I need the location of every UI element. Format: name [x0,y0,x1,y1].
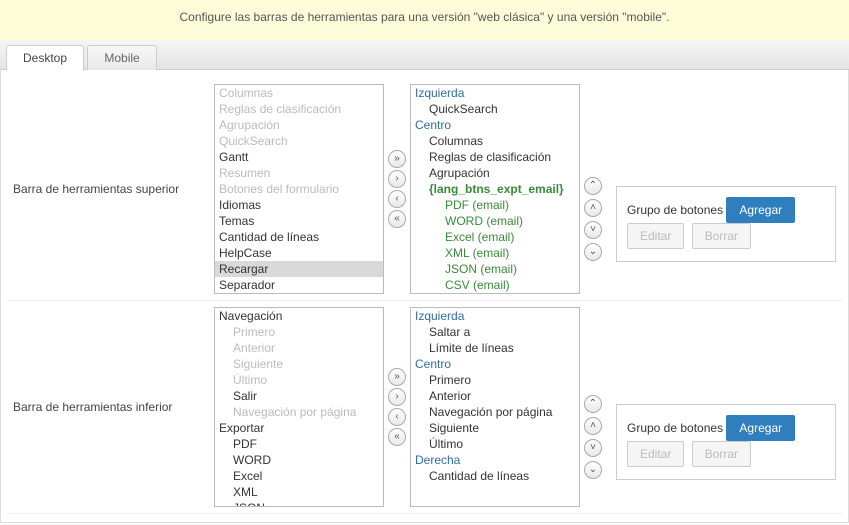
remove-all-button[interactable]: « [388,428,406,446]
info-banner: Configure las barras de herramientas par… [0,0,849,40]
list-item[interactable]: Temas [215,213,383,229]
list-item[interactable]: Izquierda [411,85,579,101]
list-item[interactable]: WORD (email) [411,213,579,229]
remove-button[interactable]: ‹ [388,190,406,208]
list-item[interactable]: Izquierda [411,308,579,324]
list-item[interactable]: Agrupación [215,117,383,133]
add-button[interactable]: › [388,170,406,188]
group-box-bottom: Grupo de botones Agregar Editar Borrar [616,404,836,480]
move-bottom-button[interactable]: ⌄ [584,461,602,479]
list-item[interactable]: Reglas de clasificación [215,101,383,117]
row-label-top: Barra de herramientas superior [7,78,208,301]
order-buttons-bottom: ⌃ ˄ ˅ ⌄ [580,333,606,481]
add-button[interactable]: › [388,388,406,406]
row-label-bottom: Barra de herramientas inferior [7,301,208,514]
group-edit-button: Editar [627,441,684,467]
move-top-button[interactable]: ⌃ [584,395,602,413]
move-down-button[interactable]: ˅ [584,221,602,239]
move-up-button[interactable]: ˄ [584,199,602,217]
group-delete-button: Borrar [692,441,751,467]
list-item[interactable]: Resumen [215,165,383,181]
group-add-button[interactable]: Agregar [726,197,795,223]
list-item[interactable]: Navegación por página [215,404,383,420]
list-item[interactable]: Idiomas [215,197,383,213]
move-top-button[interactable]: ⌃ [584,177,602,195]
tab-desktop[interactable]: Desktop [6,45,84,71]
list-item[interactable]: QuickSearch [215,133,383,149]
list-item[interactable]: HelpCase [215,245,383,261]
remove-all-button[interactable]: « [388,210,406,228]
list-item[interactable]: Excel (email) [411,229,579,245]
list-item[interactable]: Navegación [215,308,383,324]
list-item[interactable]: Límite de líneas [411,340,579,356]
order-buttons-top: ⌃ ˄ ˅ ⌄ [580,115,606,263]
list-item[interactable]: Agrupación [411,165,579,181]
listbox-bottom-selected[interactable]: IzquierdaSaltar aLímite de líneasCentroP… [410,307,580,507]
list-item[interactable]: Último [411,436,579,452]
list-item[interactable]: Siguiente [411,420,579,436]
list-item[interactable]: Cantidad de líneas [411,468,579,484]
group-add-button[interactable]: Agregar [726,415,795,441]
list-item[interactable]: Centro [411,117,579,133]
list-item[interactable]: Columnas [215,85,383,101]
listbox-top-selected[interactable]: IzquierdaQuickSearchCentroColumnasReglas… [410,84,580,294]
list-item[interactable]: Anterior [411,388,579,404]
add-all-button[interactable]: » [388,368,406,386]
list-item[interactable]: Último [215,372,383,388]
list-item[interactable]: JSON (email) [411,261,579,277]
list-item[interactable]: ------------------------- [215,293,383,294]
list-item[interactable]: Reglas de clasificación [411,149,579,165]
list-item[interactable]: Recargar [215,261,383,277]
panel-desktop: Barra de herramientas superior ColumnasR… [0,70,849,523]
group-delete-button: Borrar [692,223,751,249]
list-item[interactable]: JSON [215,500,383,507]
list-item[interactable]: XML [215,484,383,500]
list-item[interactable]: Navegación por página [411,404,579,420]
transfer-buttons-top: » › ‹ « [384,148,410,230]
list-item[interactable]: XML (email) [411,245,579,261]
remove-button[interactable]: ‹ [388,408,406,426]
list-item[interactable]: PDF [215,436,383,452]
list-item[interactable]: WORD [215,452,383,468]
list-item[interactable]: Excel [215,468,383,484]
group-edit-button: Editar [627,223,684,249]
list-item[interactable]: Saltar a [411,324,579,340]
tab-mobile[interactable]: Mobile [87,45,156,70]
list-item[interactable]: RTF (email) [411,293,579,294]
list-item[interactable]: Siguiente [215,356,383,372]
list-item[interactable]: QuickSearch [411,101,579,117]
listbox-bottom-available[interactable]: NavegaciónPrimeroAnteriorSiguienteÚltimo… [214,307,384,507]
move-down-button[interactable]: ˅ [584,439,602,457]
list-item[interactable]: Centro [411,356,579,372]
transfer-buttons-bottom: » › ‹ « [384,366,410,448]
row-bottom-toolbar: Barra de herramientas inferior Navegació… [7,301,842,514]
list-item[interactable]: PDF (email) [411,197,579,213]
list-item[interactable]: CSV (email) [411,277,579,293]
tab-strip: Desktop Mobile [0,40,849,70]
move-up-button[interactable]: ˄ [584,417,602,435]
group-box-legend: Grupo de botones [627,421,723,435]
list-item[interactable]: Separador [215,277,383,293]
list-item[interactable]: Anterior [215,340,383,356]
group-box-top: Grupo de botones Agregar Editar Borrar [616,186,836,262]
list-item[interactable]: Cantidad de líneas [215,229,383,245]
list-item[interactable]: Derecha [411,452,579,468]
list-item[interactable]: Exportar [215,420,383,436]
listbox-top-available[interactable]: ColumnasReglas de clasificaciónAgrupació… [214,84,384,294]
list-item[interactable]: Salir [215,388,383,404]
list-item[interactable]: Primero [215,324,383,340]
list-item[interactable]: Gantt [215,149,383,165]
list-item[interactable]: {lang_btns_expt_email} [411,181,579,197]
list-item[interactable]: Primero [411,372,579,388]
move-bottom-button[interactable]: ⌄ [584,243,602,261]
list-item[interactable]: Columnas [411,133,579,149]
group-box-legend: Grupo de botones [627,203,723,217]
add-all-button[interactable]: » [388,150,406,168]
row-top-toolbar: Barra de herramientas superior ColumnasR… [7,78,842,301]
list-item[interactable]: Botones del formulario [215,181,383,197]
